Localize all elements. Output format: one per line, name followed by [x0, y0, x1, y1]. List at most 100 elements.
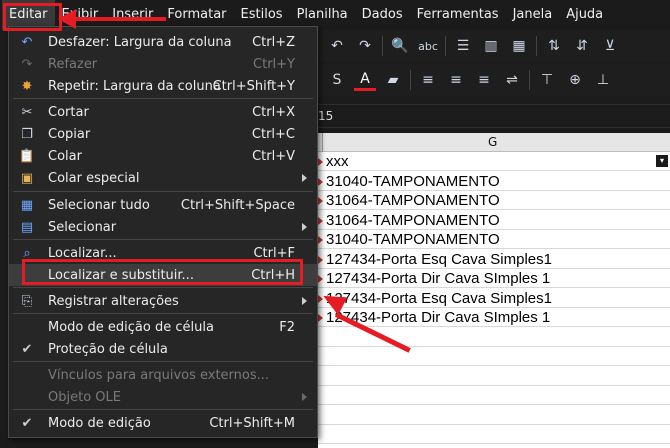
- copy-icon: ❐: [21, 126, 33, 142]
- menu-item-cell-protection[interactable]: ✔ Proteção de célula: [9, 338, 317, 360]
- menu-item-label: Refazer: [48, 56, 98, 72]
- menu-ferramentas[interactable]: Ferramentas: [410, 0, 506, 30]
- table-row[interactable]: 127434-Porta Esq Cava Simples1: [318, 289, 670, 309]
- cell-value: 127434-Porta Dir Cava SImples 1: [326, 270, 551, 287]
- menu-item-select[interactable]: ▤ Selecionar: [9, 216, 317, 238]
- align-center-icon[interactable]: ≡: [445, 69, 467, 91]
- standard-toolbar: ↶ ↷ 🔍 abc ☰ ▥ ▦ ⇅ ⇵ ⊻: [318, 30, 670, 62]
- menu-item-label: Modo de edição de célula: [48, 319, 214, 335]
- table-row[interactable]: 127434-Porta Dir Cava SImples 1: [318, 269, 670, 289]
- find-replace-icon[interactable]: 🔍: [389, 35, 411, 57]
- menu-item-repeat[interactable]: ✸ Repetir: Largura da coluna Ctrl+Shift+…: [9, 75, 317, 97]
- menu-item-shortcut: Ctrl+X: [252, 104, 295, 120]
- menu-item-label: Proteção de célula: [48, 341, 168, 357]
- cell-value: 127434-Porta Esq Cava Simples1: [326, 290, 552, 307]
- autofilter-icon[interactable]: ⊻: [599, 35, 621, 57]
- table-row[interactable]: [318, 386, 670, 406]
- menu-item-select-all[interactable]: ▦ Selecionar tudo Ctrl+Shift+Space: [9, 194, 317, 216]
- highlight-icon[interactable]: ▰: [382, 69, 404, 91]
- align-top-icon[interactable]: ⊤: [536, 69, 558, 91]
- comment-marker-icon: [318, 256, 323, 264]
- toolbar-separator: [445, 36, 446, 56]
- comment-marker-icon: [318, 236, 323, 244]
- menu-item-copy[interactable]: ❐ Copiar Ctrl+C: [9, 123, 317, 145]
- menu-janela[interactable]: Janela: [506, 0, 560, 30]
- scissors-icon: ✂: [21, 104, 33, 120]
- align-bottom-icon[interactable]: ⊥: [592, 69, 614, 91]
- grid-icon[interactable]: ▦: [508, 35, 530, 57]
- shadow-text-icon[interactable]: S: [326, 69, 348, 91]
- menu-item-label: Registrar alterações: [48, 293, 179, 309]
- menu-item-label: Cortar: [48, 104, 89, 120]
- menu-item-external-links[interactable]: Vínculos para arquivos externos...: [9, 364, 317, 386]
- check-icon: ✔: [21, 415, 33, 431]
- menu-separator: [13, 191, 313, 192]
- row-icon[interactable]: ☰: [452, 35, 474, 57]
- menu-separator: [13, 361, 313, 362]
- cell-value: 31040-TAMPONAMENTO: [326, 173, 500, 190]
- table-row[interactable]: 31040-TAMPONAMENTO: [318, 230, 670, 250]
- table-row[interactable]: [318, 425, 670, 445]
- repeat-icon: ✸: [21, 78, 33, 94]
- spreadsheet-grid[interactable]: G xxx ▾ 31040-TAMPONAMENTO 31064-TAMPONA…: [318, 133, 670, 448]
- menu-item-label: Colar especial: [48, 170, 140, 186]
- cell-value: 31040-TAMPONAMENTO: [326, 231, 500, 248]
- spellcheck-icon[interactable]: abc: [417, 35, 439, 57]
- name-box-fragment[interactable]: 15: [318, 104, 670, 128]
- sort-descending-icon[interactable]: ⇵: [571, 35, 593, 57]
- menu-item-shortcut: Ctrl+Y: [253, 56, 295, 72]
- menu-item-ole-object[interactable]: Objeto OLE: [9, 386, 317, 408]
- table-row[interactable]: 31064-TAMPONAMENTO: [318, 211, 670, 231]
- menu-item-edit-mode[interactable]: ✔ Modo de edição Ctrl+Shift+M: [9, 412, 317, 434]
- sort-ascending-icon[interactable]: ⇅: [543, 35, 565, 57]
- track-changes-icon: ⎘: [21, 293, 33, 309]
- menu-item-paste[interactable]: 📋 Colar Ctrl+V: [9, 145, 317, 167]
- menu-item-label: Desfazer: Largura da coluna: [48, 34, 232, 50]
- menu-ajuda[interactable]: Ajuda: [559, 0, 610, 30]
- redo-icon[interactable]: ↷: [354, 35, 376, 57]
- table-row[interactable]: 127434-Porta Esq Cava Simples1: [318, 250, 670, 270]
- undo-icon[interactable]: ↶: [326, 35, 348, 57]
- comment-marker-icon: [318, 178, 323, 186]
- menu-item-shortcut: Ctrl+Shift+M: [209, 415, 295, 431]
- column-divider: [322, 133, 323, 152]
- menu-item-undo[interactable]: ↶ Desfazer: Largura da coluna Ctrl+Z: [9, 31, 317, 53]
- menu-separator: [13, 239, 313, 240]
- menu-item-shortcut: Ctrl+Shift+Space: [180, 197, 295, 213]
- table-row[interactable]: 127434-Porta Dir Cava SImples 1: [318, 308, 670, 328]
- menu-item-label: Objeto OLE: [48, 389, 121, 405]
- comment-marker-icon: [318, 217, 323, 225]
- menu-separator: [13, 313, 313, 314]
- table-row[interactable]: xxx ▾: [318, 152, 670, 172]
- table-row[interactable]: [318, 347, 670, 367]
- menu-item-redo[interactable]: ↷ Refazer Ctrl+Y: [9, 53, 317, 75]
- cell-value: xxx: [326, 153, 349, 170]
- paste-special-icon: ▣: [20, 170, 34, 186]
- menu-item-paste-special[interactable]: ▣ Colar especial: [9, 167, 317, 189]
- cell-value: 31064-TAMPONAMENTO: [326, 192, 500, 209]
- cell-value: 31064-TAMPONAMENTO: [326, 212, 500, 229]
- align-left-icon[interactable]: ≡: [417, 69, 439, 91]
- table-row[interactable]: 31064-TAMPONAMENTO: [318, 191, 670, 211]
- select-all-icon: ▦: [20, 197, 34, 213]
- menu-item-cell-edit-mode[interactable]: Modo de edição de célula F2: [9, 316, 317, 338]
- align-middle-icon[interactable]: ⊕: [564, 69, 586, 91]
- font-color-icon[interactable]: A: [354, 69, 376, 91]
- cell-value: 127434-Porta Esq Cava Simples1: [326, 251, 552, 268]
- menu-item-track-changes[interactable]: ⎘ Registrar alterações: [9, 290, 317, 312]
- table-row[interactable]: [318, 367, 670, 387]
- autofilter-dropdown-icon[interactable]: ▾: [656, 155, 668, 167]
- column-header-g[interactable]: G: [318, 133, 670, 152]
- formatting-toolbar: S A ▰ ≡ ≡ ≡ ⇌ ⊤ ⊕ ⊥: [318, 64, 670, 96]
- paste-icon: 📋: [18, 148, 36, 164]
- table-row[interactable]: 31040-TAMPONAMENTO: [318, 172, 670, 192]
- menu-item-label: Repetir: Largura da coluna: [48, 78, 221, 94]
- wrap-text-icon[interactable]: ⇌: [501, 69, 523, 91]
- menu-item-cut[interactable]: ✂ Cortar Ctrl+X: [9, 101, 317, 123]
- redo-icon: ↷: [21, 56, 33, 72]
- column-icon[interactable]: ▥: [480, 35, 502, 57]
- toolbar-separator: [529, 70, 530, 90]
- table-row[interactable]: [318, 406, 670, 426]
- menu-dados[interactable]: Dados: [355, 0, 410, 30]
- align-right-icon[interactable]: ≡: [473, 69, 495, 91]
